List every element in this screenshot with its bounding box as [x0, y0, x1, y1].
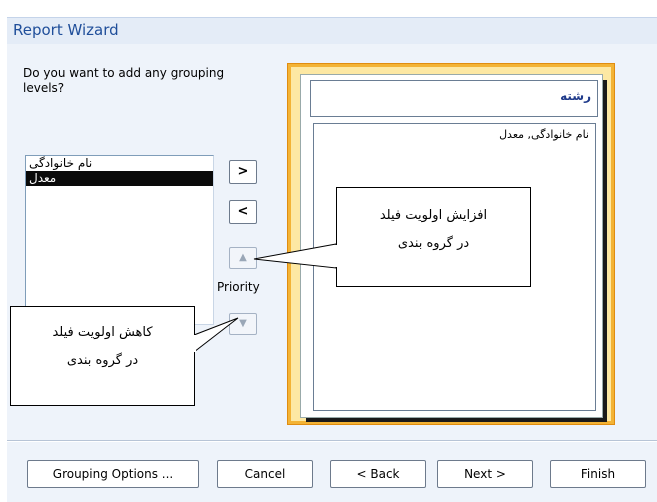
callout-increase-line2: در گروه بندی	[397, 236, 470, 251]
callout-decrease-gap	[192, 335, 196, 352]
finish-button[interactable]: Finish	[550, 460, 646, 488]
grouping-question: Do you want to add any grouping levels?	[23, 66, 225, 95]
window-title: Report Wizard	[13, 21, 119, 39]
callout-increase-gap	[335, 245, 339, 267]
callout-increase-priority: افزایش اولویت فیلد در گروه بندی	[336, 187, 531, 287]
available-fields-list[interactable]: نام خانوادگی معدل	[25, 155, 214, 325]
cancel-button[interactable]: Cancel	[217, 460, 313, 488]
callout-increase-line1: افزایش اولویت فیلد	[379, 208, 488, 223]
priority-up-button[interactable]: ▲	[229, 247, 257, 269]
add-grouping-button[interactable]: >	[229, 160, 257, 184]
callout-decrease-line1: کاهش اولویت فیلد	[52, 325, 153, 340]
preview-group-header: رشته	[310, 80, 598, 117]
back-button[interactable]: < Back	[330, 460, 426, 488]
remove-grouping-button[interactable]: <	[229, 200, 257, 224]
priority-down-button[interactable]: ▼	[229, 313, 257, 335]
next-button[interactable]: Next >	[437, 460, 533, 488]
arrow-up-icon: ▲	[239, 252, 247, 263]
field-item-last-name[interactable]: نام خانوادگی	[26, 156, 213, 171]
callout-decrease-line2: در گروه بندی	[66, 353, 139, 368]
arrow-down-icon: ▼	[239, 318, 247, 329]
priority-label: Priority	[217, 280, 260, 294]
field-item-gpa[interactable]: معدل	[26, 171, 213, 186]
callout-decrease-priority: کاهش اولویت فیلد در گروه بندی	[10, 306, 195, 406]
divider-highlight	[7, 441, 657, 442]
grouping-options-button[interactable]: Grouping Options ...	[27, 460, 199, 488]
